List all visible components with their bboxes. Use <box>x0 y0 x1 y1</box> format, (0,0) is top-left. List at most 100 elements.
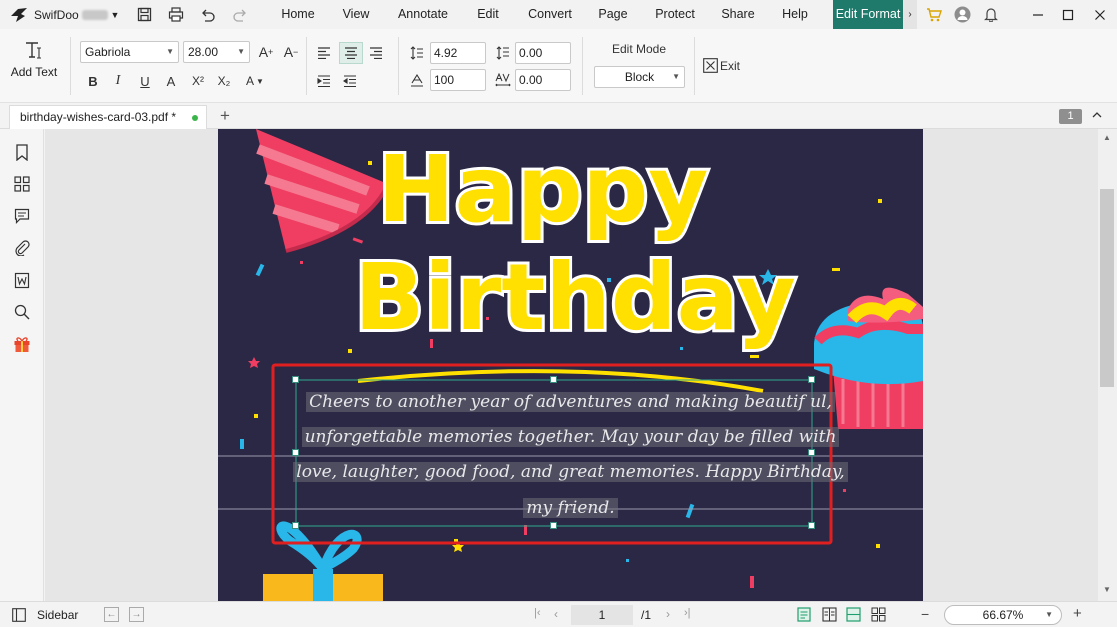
menu-protect[interactable]: Protect <box>646 0 704 29</box>
print-icon[interactable] <box>166 0 186 29</box>
line-spacing-input[interactable]: 4.92 <box>430 42 486 64</box>
font-family-chevron-icon: ▼ <box>166 47 174 56</box>
align-right-icon[interactable] <box>366 43 386 63</box>
font-color-button[interactable]: A ▼ <box>242 71 268 91</box>
indent-increase-icon[interactable] <box>314 71 334 91</box>
add-text-icon[interactable] <box>24 39 44 61</box>
continuous-view-icon[interactable] <box>846 607 861 622</box>
align-left-icon[interactable] <box>314 43 334 63</box>
italic-button[interactable]: I <box>108 71 128 91</box>
strikethrough-font-button[interactable]: A <box>161 71 181 91</box>
scrollbar-thumb[interactable] <box>1100 189 1114 387</box>
underline-button[interactable]: U <box>135 71 155 91</box>
sidebar-toggle-icon[interactable] <box>12 608 26 622</box>
comments-icon[interactable] <box>12 206 32 226</box>
resize-handle-sw[interactable] <box>292 522 299 529</box>
menu-share[interactable]: Share <box>714 0 762 29</box>
forward-arrow-icon[interactable]: → <box>129 607 144 622</box>
line-spacing-icon[interactable] <box>407 43 427 63</box>
font-size-select[interactable]: 28.00 ▼ <box>183 41 250 63</box>
char-spacing-icon[interactable] <box>493 70 513 90</box>
resize-handle-e[interactable] <box>808 449 815 456</box>
menu-page[interactable]: Page <box>590 0 636 29</box>
edit-mode-value: Block <box>624 70 655 84</box>
zoom-value: 66.67% <box>982 608 1024 622</box>
bold-button[interactable]: B <box>83 71 103 91</box>
subscript-button[interactable]: X₂ <box>214 71 234 91</box>
app-menu-chevron-icon[interactable]: ▼ <box>108 0 122 29</box>
menu-view[interactable]: View <box>334 0 378 29</box>
single-page-view-icon[interactable] <box>797 607 812 622</box>
collapse-ribbon-chevron-icon[interactable] <box>1090 108 1108 126</box>
document-canvas[interactable]: Happy Birthday Cheers to another year of… <box>45 129 1098 601</box>
search-icon[interactable] <box>12 302 32 322</box>
exit-button[interactable]: Exit <box>720 59 740 73</box>
menu-annotate[interactable]: Annotate <box>390 0 456 29</box>
resize-handle-ne[interactable] <box>808 376 815 383</box>
indent-decrease-icon[interactable] <box>340 71 360 91</box>
zoom-select[interactable]: 66.67% ▼ <box>944 605 1062 625</box>
back-arrow-icon[interactable]: ← <box>104 607 119 622</box>
menu-help[interactable]: Help <box>772 0 818 29</box>
menu-home[interactable]: Home <box>272 0 324 29</box>
scroll-down-icon[interactable]: ▼ <box>1102 585 1112 595</box>
exit-icon[interactable] <box>702 57 718 73</box>
text-scale-input[interactable]: 100 <box>430 69 486 91</box>
two-page-view-icon[interactable] <box>822 607 837 622</box>
undo-icon[interactable] <box>198 0 218 29</box>
paragraph-spacing-icon[interactable] <box>493 43 513 63</box>
font-family-select[interactable]: Gabriola ▼ <box>80 41 179 63</box>
align-center-icon[interactable] <box>339 42 363 64</box>
pdf-page[interactable]: Happy Birthday Cheers to another year of… <box>218 129 923 601</box>
increase-font-icon[interactable]: A + <box>256 42 276 62</box>
redo-icon[interactable] <box>230 0 250 29</box>
superscript-button[interactable]: X² <box>188 71 208 91</box>
user-avatar-icon[interactable] <box>952 0 972 29</box>
zoom-in-button[interactable]: + <box>1073 605 1082 622</box>
scroll-up-icon[interactable]: ▲ <box>1102 133 1112 143</box>
attachment-icon[interactable] <box>12 238 32 258</box>
resize-handle-se[interactable] <box>808 522 815 529</box>
save-icon[interactable] <box>134 0 154 29</box>
paragraph-line-4[interactable]: my friend. <box>218 492 923 524</box>
gift-icon[interactable] <box>12 334 32 354</box>
maximize-icon[interactable] <box>1054 0 1082 29</box>
decrease-font-icon[interactable]: A − <box>281 42 301 62</box>
paragraph-line-3[interactable]: love, laughter, good food, and great mem… <box>218 456 923 488</box>
sidebar-label[interactable]: Sidebar <box>37 608 78 622</box>
zoom-out-button[interactable]: − <box>921 606 929 622</box>
cart-icon[interactable] <box>924 0 944 29</box>
text-scale-icon[interactable] <box>407 70 427 90</box>
font-family-value: Gabriola <box>85 45 131 59</box>
resize-handle-s[interactable] <box>550 522 557 529</box>
minimize-icon[interactable] <box>1024 0 1052 29</box>
notification-bell-icon[interactable] <box>981 0 1001 29</box>
prev-page-icon[interactable]: ‹ <box>554 607 558 621</box>
ribbon-separator <box>306 37 307 95</box>
first-page-icon[interactable]: |‹ <box>534 607 541 619</box>
thumbnails-icon[interactable] <box>12 174 32 194</box>
menu-edit[interactable]: Edit <box>468 0 508 29</box>
new-tab-button[interactable]: + <box>216 105 234 127</box>
paragraph-line-2[interactable]: unforgettable memories together. May you… <box>218 421 923 453</box>
resize-handle-nw[interactable] <box>292 376 299 383</box>
paragraph-line-1[interactable]: Cheers to another year of adventures and… <box>218 386 923 418</box>
menu-scroll-right-icon[interactable]: › <box>903 0 917 29</box>
resize-handle-n[interactable] <box>550 376 557 383</box>
menu-edit-format[interactable]: Edit Format <box>833 0 903 29</box>
baseline-offset-input[interactable]: 0.00 <box>515 69 571 91</box>
page-number-input[interactable]: 1 <box>571 605 633 625</box>
vertical-scrollbar[interactable]: ▲ ▼ <box>1098 129 1117 601</box>
resize-handle-w[interactable] <box>292 449 299 456</box>
add-text-label[interactable]: Add Text <box>8 65 60 79</box>
menu-convert[interactable]: Convert <box>520 0 580 29</box>
last-page-icon[interactable]: ›| <box>684 607 691 619</box>
grid-view-icon[interactable] <box>871 607 886 622</box>
next-page-icon[interactable]: › <box>666 607 670 621</box>
close-icon[interactable] <box>1086 0 1114 29</box>
edit-mode-select[interactable]: Block ▼ <box>594 66 685 88</box>
bookmark-icon[interactable] <box>12 142 32 162</box>
word-convert-icon[interactable] <box>12 270 32 290</box>
document-tab[interactable]: birthday-wishes-card-03.pdf * <box>9 105 207 129</box>
paragraph-spacing-input[interactable]: 0.00 <box>515 42 571 64</box>
